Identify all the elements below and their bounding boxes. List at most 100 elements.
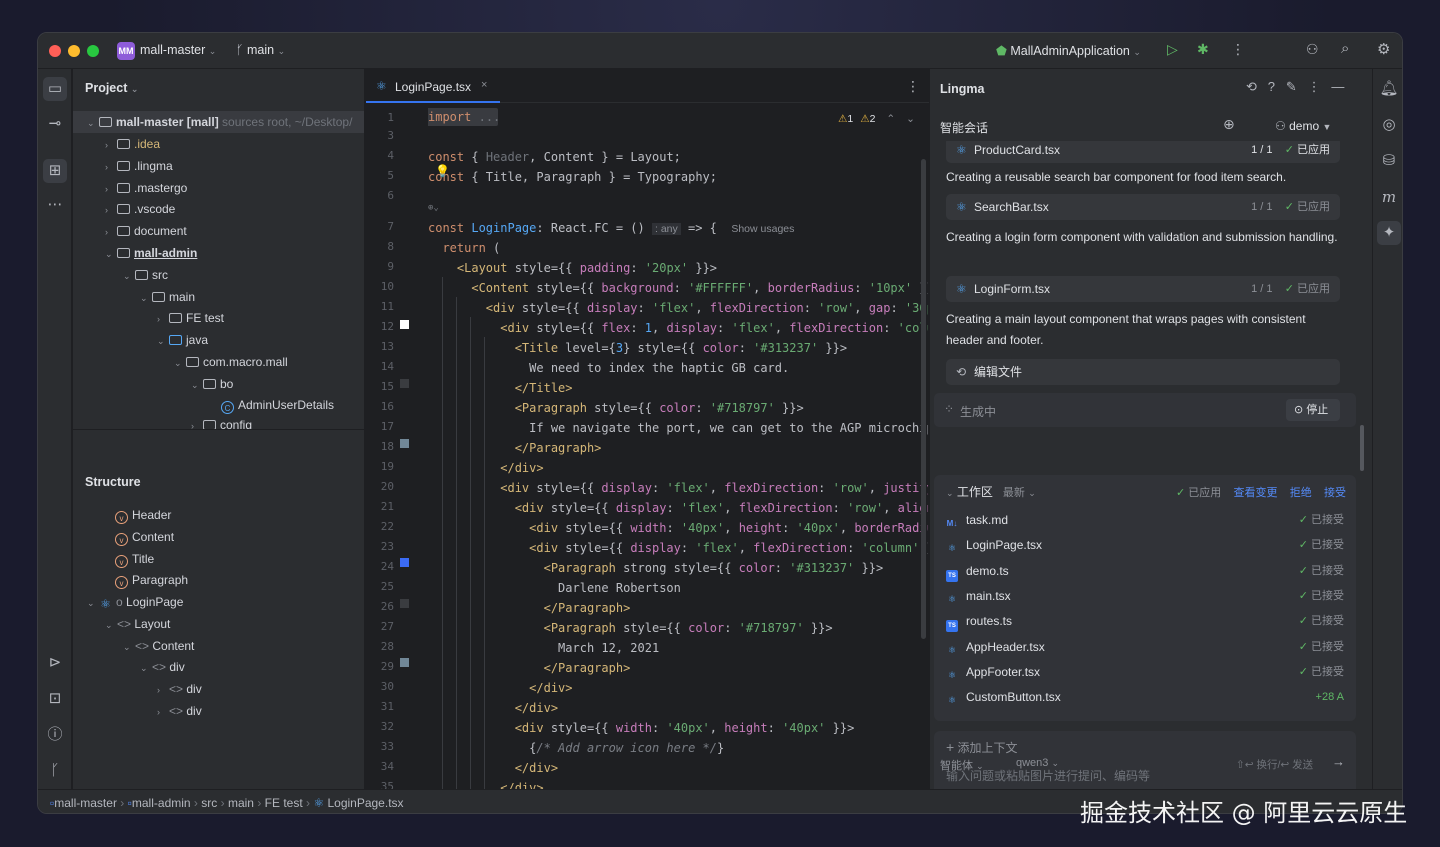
tree-item[interactable]: › FE test — [157, 308, 224, 329]
add-context-button[interactable]: + 添加上下文 — [946, 739, 1018, 756]
file-card[interactable]: ⚛ LoginForm.tsx 1 / 1 ✓ 已应用 — [946, 276, 1340, 302]
session-tab[interactable]: 智能会话 — [940, 119, 988, 136]
add-user-icon[interactable]: ⚇ — [1306, 41, 1319, 58]
git-icon[interactable]: ᚴ — [43, 759, 67, 783]
workspace-file[interactable]: ⚛ AppHeader.tsx ✓ 已接受 — [946, 635, 1344, 660]
structure-icon[interactable]: ⊞ — [43, 159, 67, 183]
folder-icon[interactable]: ▭ — [43, 77, 67, 101]
edit-files-card[interactable]: ⟲ 编辑文件 — [946, 359, 1340, 385]
color-swatch[interactable] — [400, 558, 409, 567]
more-tools-icon[interactable]: ⋯ — [43, 193, 67, 217]
maven-icon[interactable]: m — [1377, 185, 1401, 209]
structure-item[interactable]: ⌄ <> div — [140, 657, 185, 678]
project-switcher[interactable]: mall-master ⌄ — [140, 43, 216, 57]
tree-item[interactable]: ⌄ bo — [191, 374, 233, 395]
workspace-file[interactable]: TS routes.ts ✓ 已接受 — [946, 609, 1344, 634]
tree-item[interactable]: ⌄ java — [157, 330, 208, 351]
tree-item[interactable]: ⌄ com.macro.mall — [174, 352, 288, 373]
more-icon[interactable]: ⋮ — [1231, 41, 1245, 58]
chat-scrollbar[interactable] — [1360, 425, 1364, 471]
breadcrumb-item[interactable]: FE test — [265, 796, 303, 810]
accept-link[interactable]: 接受 — [1324, 487, 1346, 499]
workspace-file[interactable]: ⚛ main.tsx ✓ 已接受 — [946, 584, 1344, 609]
tree-item[interactable]: › .lingma — [105, 156, 173, 177]
run-icon[interactable]: ▷ — [1167, 41, 1178, 58]
breadcrumb-item[interactable]: LoginPage.tsx — [327, 796, 403, 810]
editor-scrollbar[interactable] — [921, 159, 926, 639]
services-icon[interactable]: ⊳ — [43, 651, 67, 675]
model-selector[interactable]: qwen3 ⌄ — [1016, 757, 1059, 769]
minimize-icon[interactable]: — — [1331, 79, 1344, 94]
lingma-icon[interactable]: ✦ — [1377, 221, 1401, 245]
tree-item[interactable]: › config — [191, 417, 252, 429]
notifications-icon[interactable]: 🔔︎ — [1377, 77, 1401, 101]
more-icon[interactable]: ⋮ — [1308, 79, 1321, 94]
project-panel-header[interactable]: Project ⌄ — [85, 81, 138, 95]
color-swatch[interactable] — [400, 320, 409, 329]
file-card[interactable]: ⚛ ProductCard.tsx 1 / 1 ✓ 已应用 — [946, 141, 1340, 163]
tree-item[interactable]: › document — [105, 221, 187, 242]
help-icon[interactable]: ? — [1268, 79, 1275, 94]
show-usages-hint[interactable]: Show usages — [731, 223, 794, 235]
file-card[interactable]: ⚛ SearchBar.tsx 1 / 1 ✓ 已应用 — [946, 194, 1340, 220]
tree-item[interactable]: ⌄ mall-admin — [105, 243, 197, 264]
structure-item[interactable]: v Content — [103, 527, 174, 548]
user-switcher[interactable]: ⚇ demo ▼ — [1275, 119, 1331, 133]
close-icon[interactable]: × — [481, 79, 487, 91]
maximize-window-button[interactable] — [87, 45, 99, 57]
tree-item[interactable]: ⌄ src — [123, 265, 168, 286]
workspace-file[interactable]: ⚛ CustomButton.tsx +28 A — [946, 685, 1344, 710]
tree-item-suffix: sources root, ~/Desktop/ — [222, 115, 353, 129]
history-icon[interactable]: ⟲ — [1246, 79, 1257, 94]
mode-selector[interactable]: 智能体 ⌄ — [940, 757, 984, 773]
reject-link[interactable]: 拒绝 — [1290, 487, 1312, 499]
problems-icon[interactable]: ⓘ — [43, 723, 67, 747]
edit-icon[interactable]: ✎ — [1286, 79, 1297, 94]
terminal-icon[interactable]: ⊡ — [43, 687, 67, 711]
tab-loginpage[interactable]: ⚛ LoginPage.tsx × — [366, 69, 500, 103]
breadcrumb-item[interactable]: mall-master — [54, 796, 117, 810]
add-icon[interactable]: ⊕ — [1223, 116, 1235, 133]
workspace-file[interactable]: TS demo.ts ✓ 已接受 — [946, 559, 1344, 584]
debug-icon[interactable]: ✱ — [1197, 41, 1209, 58]
run-config-selector[interactable]: ⬟ MallAdminApplication ⌄ — [996, 43, 1141, 58]
minimize-window-button[interactable] — [68, 45, 80, 57]
structure-item[interactable]: v Paragraph — [103, 570, 188, 591]
send-icon[interactable]: → — [1332, 754, 1345, 769]
structure-item[interactable]: ⌄ <> Content — [123, 636, 194, 657]
commit-icon[interactable]: ⊸ — [43, 112, 67, 136]
more-icon[interactable]: ⋮ — [906, 78, 920, 95]
structure-item[interactable]: ⌄ <> Layout — [105, 614, 170, 635]
workspace-file[interactable]: M↓ task.md ✓ 已接受 — [946, 508, 1344, 533]
color-swatch[interactable] — [400, 439, 409, 448]
workspace-filter[interactable]: 最新 — [1003, 487, 1025, 499]
tree-item[interactable]: › .mastergo — [105, 178, 187, 199]
color-swatch[interactable] — [400, 658, 409, 667]
tree-item[interactable]: ⌄ mall-master [mall] sources root, ~/Desk… — [87, 112, 352, 133]
tree-item[interactable]: ⌄ main — [140, 287, 195, 308]
workspace-file[interactable]: ⚛ LoginPage.tsx ✓ 已接受 — [946, 533, 1344, 558]
tree-item[interactable]: C AdminUserDetails — [209, 395, 334, 416]
database-icon[interactable]: ⛁ — [1377, 149, 1401, 173]
structure-item[interactable]: › <> div — [157, 701, 202, 722]
lightbulb-icon[interactable]: 💡 — [435, 164, 450, 178]
workspace-file[interactable]: ⚛ AppFooter.tsx ✓ 已接受 — [946, 660, 1344, 685]
code-area[interactable]: import ... const { Header, Content } = L… — [428, 107, 928, 789]
structure-item[interactable]: ⌄ ⚛ o LoginPage — [87, 592, 183, 613]
close-window-button[interactable] — [49, 45, 61, 57]
branch-switcher[interactable]: ᚶ main ⌄ — [236, 43, 285, 57]
stop-button[interactable]: ⊙ 停止 — [1286, 399, 1340, 421]
search-icon[interactable]: ⌕ — [1341, 40, 1349, 57]
settings-icon[interactable]: ⚙ — [1377, 40, 1390, 58]
view-changes-link[interactable]: 查看变更 — [1234, 487, 1278, 499]
ai-assistant-icon[interactable]: ◎ — [1377, 113, 1401, 137]
breadcrumb-item[interactable]: src — [201, 796, 217, 810]
tree-item[interactable]: › .idea — [105, 134, 160, 155]
breadcrumb-item[interactable]: mall-admin — [132, 796, 191, 810]
tree-item[interactable]: › .vscode — [105, 199, 175, 220]
breadcrumb-item[interactable]: main — [228, 796, 254, 810]
workspace-header[interactable]: ⌄ 工作区 最新 ⌄ — [946, 483, 1036, 500]
structure-item[interactable]: v Title — [103, 549, 154, 570]
structure-item[interactable]: v Header — [103, 505, 171, 526]
structure-item[interactable]: › <> div — [157, 679, 202, 700]
